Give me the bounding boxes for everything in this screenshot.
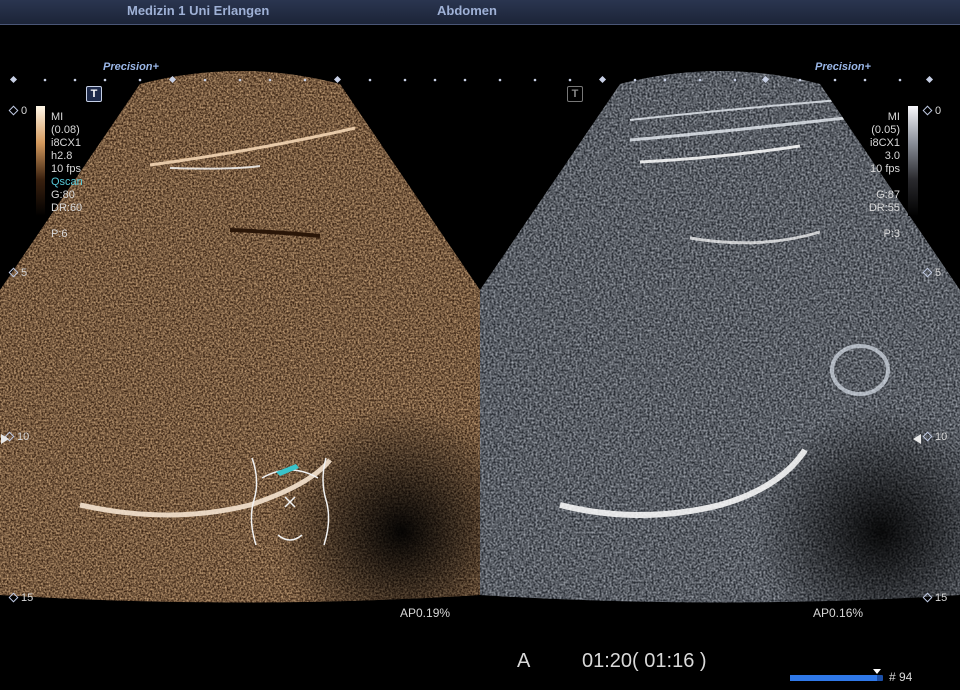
cine-cursor-icon[interactable] — [873, 669, 881, 674]
cine-time: 01:20( 01:16 ) — [582, 650, 707, 672]
mode-label: A — [517, 650, 531, 672]
depth-mark-right-10: 10 — [922, 431, 947, 443]
cine-progress-fill — [790, 675, 878, 681]
colormap-bar-left — [36, 106, 45, 216]
focus-marker-left-icon[interactable] — [1, 434, 9, 444]
depth-mark-left-15: 15 — [8, 592, 33, 604]
ap-readout-left: AP0.19% — [400, 606, 451, 620]
depth-mark-left-10: 10 — [4, 431, 29, 443]
params-left: MI (0.08) i8CX1 h2.8 10 fps Qscan G:80 D… — [51, 111, 83, 240]
precision-logo-left: Precision+ — [103, 61, 159, 73]
focus-marker-right-icon[interactable] — [913, 434, 921, 444]
params-right: MI (0.05) i8CX1 3.0 10 fps G:87 DR:55 P:… — [868, 111, 900, 240]
ap-readout-right: AP0.16% — [813, 606, 864, 620]
lateral-scale — [9, 76, 934, 84]
depth-mark-left-0: 0 — [8, 105, 27, 117]
colormap-bar-right — [908, 106, 918, 216]
depth-mark-right-0: 0 — [922, 105, 941, 117]
t-badge-left[interactable]: T — [86, 86, 102, 102]
cine-progress-bar[interactable] — [790, 675, 883, 681]
depth-mark-left-5: 5 — [8, 267, 27, 279]
depth-mark-right-5: 5 — [922, 267, 941, 279]
frame-number: # 94 — [889, 670, 913, 684]
depth-mark-right-15: 15 — [922, 592, 947, 604]
ultrasound-viewport — [0, 71, 960, 603]
t-badge-right[interactable]: T — [567, 86, 583, 102]
precision-logo-right: Precision+ — [815, 61, 871, 73]
